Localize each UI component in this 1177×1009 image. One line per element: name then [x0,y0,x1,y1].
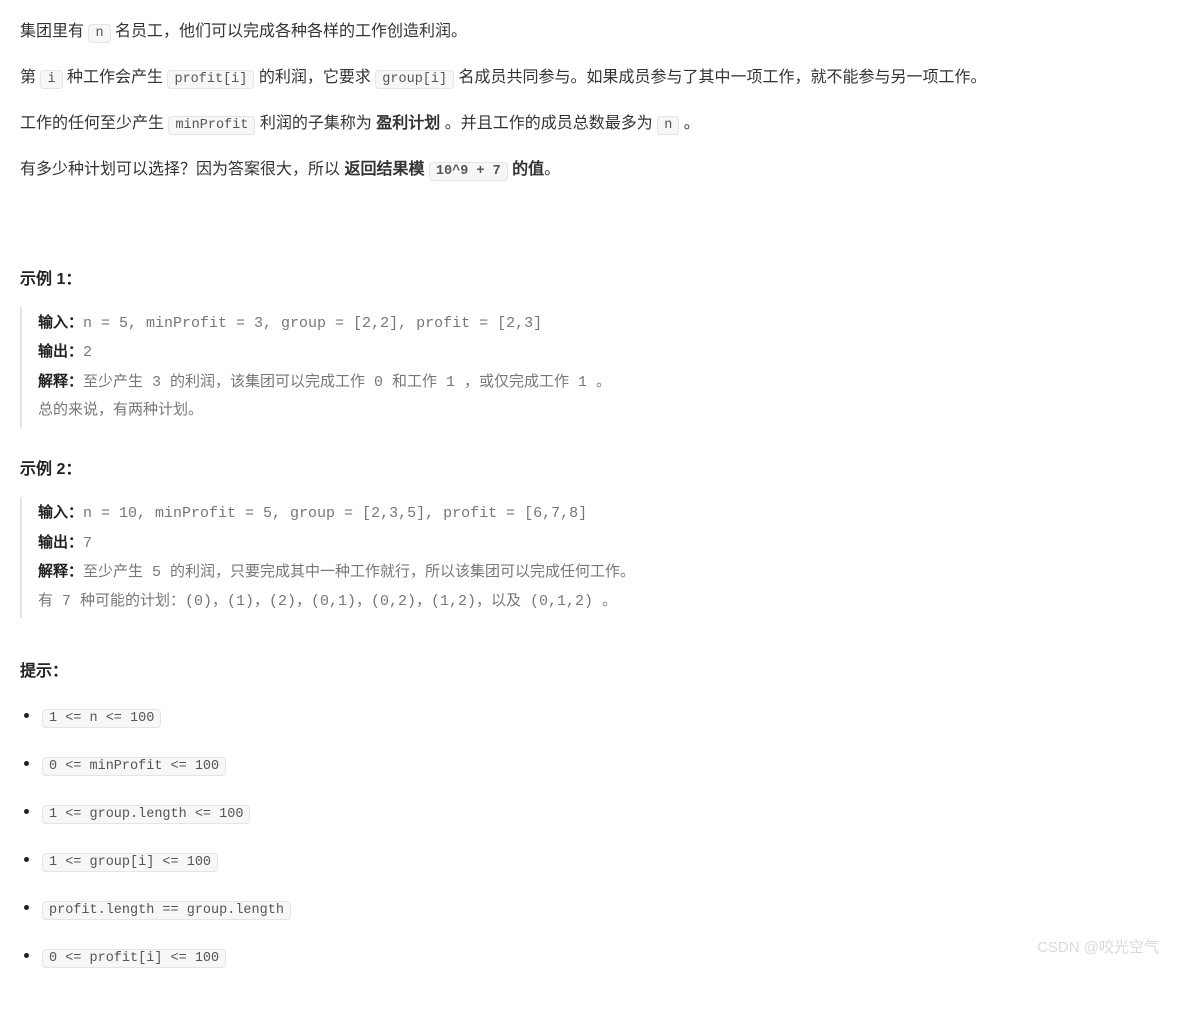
paragraph-4: 有多少种计划可以选择？因为答案很大，所以 返回结果模 10^9 + 7 的值。 [20,156,1157,184]
list-item: 0 <= minProfit <= 100 [20,751,1157,779]
code-constraint: 0 <= minProfit <= 100 [42,757,226,776]
example-2-block: 输入：n = 10, minProfit = 5, group = [2,3,5… [20,497,1157,618]
code-constraint: 1 <= group.length <= 100 [42,805,250,824]
code-minprofit: minProfit [168,116,255,135]
input-label: 输入： [38,314,83,331]
example-2-title: 示例 2： [20,456,1157,483]
paragraph-2: 第 i 种工作会产生 profit[i] 的利润，它要求 group[i] 名成… [20,64,1157,92]
paragraph-3: 工作的任何至少产生 minProfit 利润的子集称为 盈利计划 。并且工作的成… [20,110,1157,138]
code-constraint: 1 <= group[i] <= 100 [42,853,218,872]
explain-label: 解释： [38,563,83,580]
input-value: n = 5, minProfit = 3, group = [2,2], pro… [83,315,542,332]
explain-value: 至少产生 5 的利润，只要完成其中一种工作就行，所以该集团可以完成任何工作。 [83,564,635,581]
code-i: i [40,70,62,89]
code-constraint: profit.length == group.length [42,901,291,920]
hints-title: 提示： [20,658,1157,685]
list-item: 1 <= group[i] <= 100 [20,847,1157,875]
explain-extra: 有 7 种可能的计划：(0)，(1)，(2)，(0,1)，(0,2)，(1,2)… [38,588,1157,617]
explain-label: 解释： [38,373,83,390]
input-label: 输入： [38,504,83,521]
example-1-title: 示例 1： [20,266,1157,293]
code-mod: 10^9 + 7 [429,162,508,181]
output-label: 输出： [38,534,83,551]
example-1-block: 输入：n = 5, minProfit = 3, group = [2,2], … [20,307,1157,428]
code-n2: n [657,116,679,135]
output-value: 7 [83,535,92,552]
list-item: 1 <= group.length <= 100 [20,799,1157,827]
output-value: 2 [83,344,92,361]
paragraph-1: 集团里有 n 名员工，他们可以完成各种各样的工作创造利润。 [20,18,1157,46]
input-value: n = 10, minProfit = 5, group = [2,3,5], … [83,505,587,522]
explain-value: 至少产生 3 的利润，该集团可以完成工作 0 和工作 1 ，或仅完成工作 1 。 [83,374,611,391]
list-item: profit.length == group.length [20,895,1157,923]
code-n: n [88,24,110,43]
bold-return-mod: 返回结果模 10^9 + 7 的值 [344,161,544,178]
list-item: 1 <= n <= 100 [20,703,1157,731]
code-group-i: group[i] [375,70,454,89]
hints-list: 1 <= n <= 100 0 <= minProfit <= 100 1 <=… [20,703,1157,971]
code-profit-i: profit[i] [167,70,254,89]
bold-profit-plan: 盈利计划 [376,115,440,132]
output-label: 输出： [38,343,83,360]
code-constraint: 1 <= n <= 100 [42,709,161,728]
explain-extra: 总的来说，有两种计划。 [38,397,1157,426]
code-constraint: 0 <= profit[i] <= 100 [42,949,226,968]
list-item: 0 <= profit[i] <= 100 [20,943,1157,971]
